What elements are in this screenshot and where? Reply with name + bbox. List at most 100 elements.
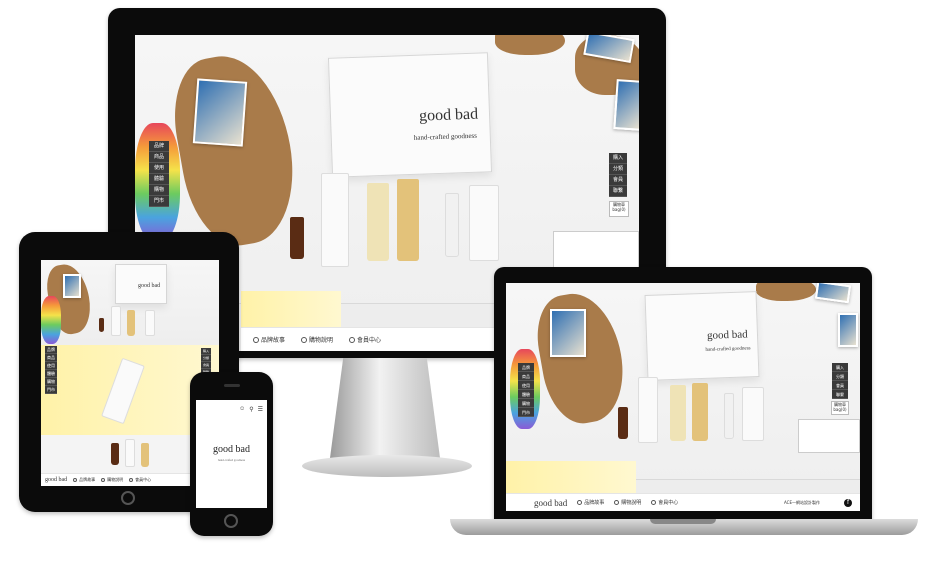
phone-logo: good bad: [213, 444, 250, 455]
product-bottle: [724, 393, 734, 439]
laptop-device: good bad hand-crafted goodness 品牌 商品 使用 …: [494, 267, 872, 521]
photo-card: [550, 309, 586, 357]
footer-item[interactable]: 品牌故事: [577, 499, 604, 506]
bag-logo: good bad: [706, 328, 748, 342]
side-menu-item[interactable]: 使用: [518, 381, 534, 390]
side-menu-item[interactable]: 門市: [518, 408, 534, 417]
product-bottle: [111, 443, 119, 465]
footer-item[interactable]: 會員中心: [349, 335, 381, 344]
circle-icon: [253, 336, 259, 343]
product-bottle: [367, 183, 389, 261]
product-tube: [111, 306, 121, 336]
circle-icon: [651, 500, 657, 505]
product-bag: good bad hand-crafted goodness: [327, 52, 493, 178]
product-tube: [742, 387, 764, 441]
product-bottle: [670, 385, 686, 441]
circle-icon: [349, 336, 356, 343]
side-menu-item[interactable]: 商品: [45, 354, 57, 362]
circle-icon: [73, 478, 78, 482]
phone-screen: ☺ ⚲ ☰ good bad hand-crafted goodness: [196, 400, 267, 508]
product-tube: [469, 185, 499, 261]
side-menu-item[interactable]: 品牌: [518, 363, 534, 372]
right-menu-item[interactable]: 會員: [832, 381, 848, 390]
side-menu-item[interactable]: 購物: [149, 185, 169, 196]
product-tube: [638, 377, 658, 443]
right-menu-item[interactable]: 分類: [832, 372, 848, 381]
circle-icon: [101, 478, 106, 482]
side-menu-item[interactable]: 門市: [45, 386, 57, 394]
side-menu-item[interactable]: 商品: [149, 152, 169, 163]
bag-tagline: hand-crafted goodness: [413, 131, 478, 142]
menu-icon[interactable]: ☰: [258, 406, 263, 413]
side-menu-item[interactable]: 使用: [149, 163, 169, 174]
side-menu-item[interactable]: 體驗: [149, 174, 169, 185]
right-menu: 購入 分類 會員 聯繫: [832, 363, 848, 399]
circle-icon: [129, 478, 134, 482]
user-icon[interactable]: ☺: [239, 406, 245, 413]
footer-logo[interactable]: good bad: [45, 477, 67, 483]
yellow-panel: [506, 461, 636, 495]
product-bottle: [397, 179, 419, 261]
product-bag: good bad hand-crafted goodness: [644, 291, 760, 381]
side-menu-item[interactable]: 門市: [149, 196, 169, 207]
side-menu: 品牌 商品 使用 體驗 購物 門市: [518, 363, 534, 417]
hero-scene: good bad: [41, 260, 219, 345]
footer-credit: ACE一網站設計製作: [784, 499, 820, 505]
right-menu-item[interactable]: 分類: [609, 164, 627, 175]
photo-card: [613, 79, 639, 131]
right-menu-item[interactable]: 購入: [832, 363, 848, 372]
side-menu-item[interactable]: 購物: [45, 378, 57, 386]
product-bottle: [618, 407, 628, 439]
facebook-icon[interactable]: f: [844, 498, 852, 507]
side-menu-item[interactable]: 使用: [45, 362, 57, 370]
right-menu-item[interactable]: 分類: [201, 355, 211, 362]
right-menu-item[interactable]: 聯繫: [832, 390, 848, 399]
side-menu-item[interactable]: 品牌: [149, 141, 169, 152]
rainbow-toy: [41, 296, 61, 344]
footer-logo[interactable]: good bad: [534, 498, 567, 508]
footer-item[interactable]: 會員中心: [129, 477, 151, 483]
product-bottle: [445, 193, 459, 257]
search-icon[interactable]: ⚲: [249, 406, 253, 413]
footer-item[interactable]: 品牌故事: [73, 477, 95, 483]
product-bottle: [692, 383, 708, 441]
right-menu: 購入 分類 會員 聯繫: [609, 153, 627, 197]
footer-item[interactable]: 購物說明: [301, 335, 333, 344]
book-prop: [553, 231, 639, 271]
side-menu-item[interactable]: 品牌: [45, 346, 57, 354]
right-menu-item[interactable]: 會員: [201, 362, 211, 369]
monitor-base: [302, 455, 472, 477]
product-bottle: [99, 318, 104, 332]
phone-speaker: [224, 384, 240, 387]
cart-badge[interactable]: 購物車 bag(0): [609, 201, 629, 217]
product-bottle: [127, 310, 135, 336]
cork-map: [756, 283, 816, 301]
bag-tagline: hand-crafted goodness: [705, 346, 751, 353]
home-button[interactable]: [121, 491, 135, 505]
side-menu-item[interactable]: 購物: [518, 399, 534, 408]
footer-item[interactable]: 購物說明: [614, 499, 641, 506]
product-tube: [145, 310, 155, 336]
cart-badge[interactable]: 購物車 bag(0): [831, 401, 849, 415]
right-menu-item[interactable]: 聯繫: [609, 186, 627, 197]
laptop-notch: [650, 519, 716, 524]
home-button[interactable]: [224, 514, 238, 528]
footer-item[interactable]: 購物說明: [101, 477, 123, 483]
circle-icon: [614, 500, 620, 505]
book-prop: [798, 419, 860, 453]
side-menu: 品牌 商品 使用 體驗 購物 門市: [45, 346, 57, 394]
side-menu: 品牌 商品 使用 體驗 購物 門市: [149, 141, 169, 207]
laptop-screen: good bad hand-crafted goodness 品牌 商品 使用 …: [506, 283, 860, 511]
footer-item[interactable]: 品牌故事: [253, 335, 285, 344]
side-menu-item[interactable]: 體驗: [45, 370, 57, 378]
circle-icon: [577, 500, 583, 505]
right-menu-item[interactable]: 購入: [609, 153, 627, 164]
cork-map: [164, 46, 306, 254]
product-bag: good bad: [115, 264, 167, 304]
right-menu-item[interactable]: 會員: [609, 175, 627, 186]
side-menu-item[interactable]: 商品: [518, 372, 534, 381]
footer-item[interactable]: 會員中心: [651, 499, 678, 506]
bag-logo: good bad: [138, 283, 161, 289]
side-menu-item[interactable]: 體驗: [518, 390, 534, 399]
right-menu-item[interactable]: 購入: [201, 348, 211, 355]
